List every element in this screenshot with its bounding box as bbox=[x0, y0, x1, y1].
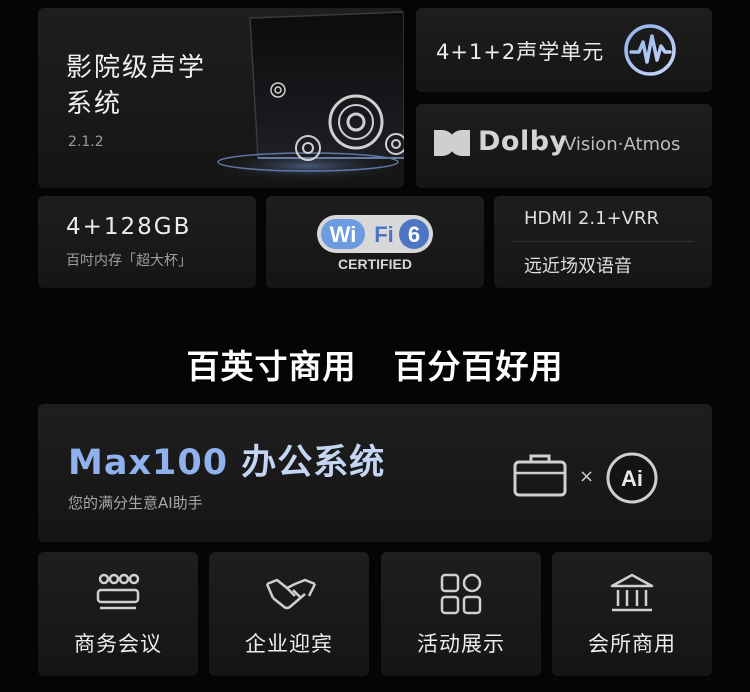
sound-wave-icon bbox=[624, 24, 676, 76]
wifi6-certified-logo: Wi Fi 6 CERTIFIED bbox=[317, 215, 433, 272]
acoustic-units-card: 4+1+2声学单元 bbox=[416, 8, 712, 92]
apps-grid-icon bbox=[440, 573, 482, 615]
building-icon bbox=[610, 573, 654, 612]
wifi-word-fi: Fi bbox=[374, 222, 394, 247]
meeting-icon bbox=[96, 573, 140, 610]
office-title-cn: 办公系统 bbox=[228, 443, 386, 483]
scene-card-club: 会所商用 bbox=[552, 552, 712, 676]
wifi-word-wi: Wi bbox=[330, 222, 357, 247]
memory-card: 4+128GB 百吋内存「超大杯」 bbox=[38, 196, 256, 288]
tv-speaker-illustration bbox=[213, 11, 404, 182]
briefcase-icon bbox=[513, 454, 567, 497]
office-system-card: Max100 办公系统 您的满分生意AI助手 × Ai bbox=[38, 404, 712, 542]
scene-label: 会所商用 bbox=[588, 632, 676, 656]
dolby-brand: Dolby bbox=[478, 126, 568, 157]
scene-card-meeting: 商务会议 bbox=[38, 552, 198, 676]
ai-badge-icon: Ai bbox=[606, 452, 658, 504]
cinema-title: 影院级声学系统 bbox=[66, 53, 207, 119]
cinema-subtitle: 2.1.2 bbox=[68, 134, 104, 150]
times-sign: × bbox=[579, 466, 595, 487]
handshake-icon bbox=[265, 578, 317, 610]
office-title: Max100 办公系统 bbox=[68, 434, 385, 485]
wifi-certified: CERTIFIED bbox=[338, 256, 412, 272]
hdmi-spec: HDMI 2.1+VRR bbox=[524, 208, 659, 229]
scene-card-event: 活动展示 bbox=[381, 552, 541, 676]
scene-card-welcome: 企业迎宾 bbox=[209, 552, 369, 676]
scene-label: 商务会议 bbox=[74, 632, 162, 656]
hdmi-card: HDMI 2.1+VRR 远近场双语音 bbox=[494, 196, 712, 288]
cinema-acoustic-card: 影院级声学系统 2.1.2 bbox=[38, 8, 404, 188]
section-headline: 百英寸商用 百分百好用 bbox=[186, 347, 564, 386]
dolby-tech: Vision·Atmos bbox=[564, 134, 681, 155]
wifi6-card: Wi Fi 6 CERTIFIED bbox=[266, 196, 484, 288]
office-title-en: Max100 bbox=[68, 443, 229, 483]
scene-label: 企业迎宾 bbox=[245, 632, 333, 656]
ai-badge-text: Ai bbox=[621, 466, 643, 491]
memory-desc: 百吋内存「超大杯」 bbox=[66, 253, 192, 269]
hdmi-divider bbox=[512, 241, 694, 242]
voice-spec: 远近场双语音 bbox=[524, 256, 632, 277]
office-subtitle: 您的满分生意AI助手 bbox=[68, 494, 203, 512]
dolby-logo-icon bbox=[434, 130, 470, 156]
wifi-version: 6 bbox=[408, 222, 420, 247]
acoustic-units-label: 4+1+2声学单元 bbox=[436, 40, 605, 64]
dolby-card: Dolby Vision·Atmos bbox=[416, 104, 712, 188]
memory-size: 4+128GB bbox=[66, 214, 192, 240]
scene-label: 活动展示 bbox=[417, 632, 505, 656]
